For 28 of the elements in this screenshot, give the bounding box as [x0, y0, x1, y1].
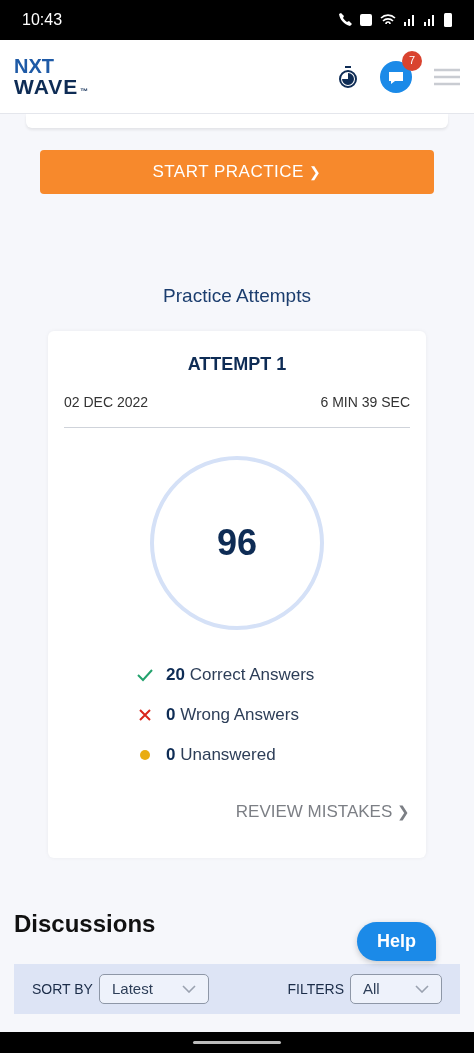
section-title: Practice Attempts	[162, 284, 312, 308]
attempt-date: 02 DEC 2022	[64, 392, 149, 412]
chevron-icon: ❯	[397, 802, 410, 820]
sort-label: SORT BY	[32, 979, 93, 999]
wifi-icon	[380, 14, 396, 26]
attempt-title: ATTEMPT 1	[186, 352, 288, 376]
result-text: 0 Wrong Answers	[166, 703, 299, 726]
filter-label: FILTERS	[287, 979, 344, 999]
signal-icon	[424, 14, 436, 26]
score-value: 96	[216, 520, 257, 565]
filter-dropdown[interactable]: All	[350, 974, 442, 1004]
signal-icon	[404, 14, 416, 26]
sort-dropdown[interactable]: Latest	[98, 974, 209, 1004]
status-time: 10:43	[22, 10, 63, 30]
discussions-title: Discussions	[14, 909, 156, 939]
chevron-icon	[181, 985, 196, 993]
review-mistakes-link[interactable]: REVIEW MISTAKES ❯	[235, 798, 410, 824]
result-text: 0 Unanswered	[166, 743, 276, 766]
call-icon	[338, 13, 352, 27]
notification-badge: 7	[402, 50, 422, 71]
result-text: 20 Correct Answers	[166, 663, 315, 686]
attempt-duration: 6 MIN 39 SEC	[320, 392, 410, 412]
chevron-icon: ❯	[309, 164, 322, 181]
stopwatch-icon[interactable]	[338, 64, 358, 89]
chevron-icon	[415, 985, 429, 993]
help-button[interactable]: Help	[357, 922, 436, 961]
battery-icon	[444, 13, 452, 27]
logo[interactable]: NXT WAVE™	[14, 56, 89, 97]
